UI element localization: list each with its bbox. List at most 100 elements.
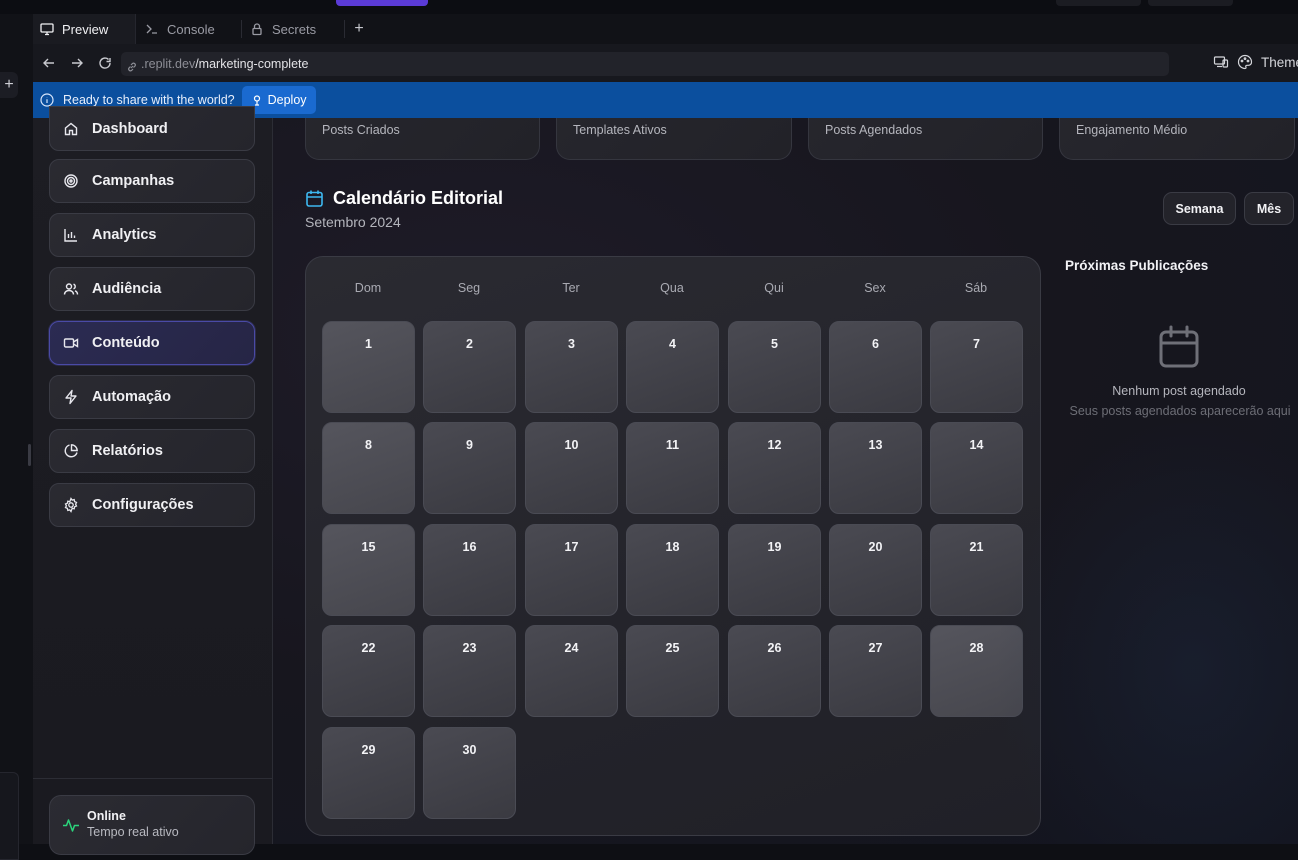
tab-label: Preview bbox=[62, 21, 109, 37]
calendar-day[interactable]: 21 bbox=[930, 524, 1023, 616]
calendar-day[interactable]: 7 bbox=[930, 321, 1023, 413]
weekday-label: Ter bbox=[562, 281, 580, 295]
weekday-label: Qui bbox=[764, 281, 784, 295]
calendar-icon bbox=[305, 189, 324, 208]
weekday-label: Dom bbox=[354, 281, 382, 295]
sidebar-item-label: Dashboard bbox=[92, 120, 168, 137]
top-control[interactable] bbox=[1056, 0, 1141, 6]
tab-label: Console bbox=[167, 21, 215, 37]
calendar-day[interactable]: 1 bbox=[322, 321, 415, 413]
sidebar: Dashboard Campanhas Analytics Audiência … bbox=[33, 106, 273, 855]
calendar-day[interactable]: 17 bbox=[525, 524, 618, 616]
calendar-day[interactable]: 5 bbox=[728, 321, 821, 413]
calendar-day[interactable]: 10 bbox=[525, 422, 618, 514]
calendar-day[interactable]: 19 bbox=[728, 524, 821, 616]
forward-arrow-icon[interactable] bbox=[68, 54, 86, 72]
resize-handle[interactable] bbox=[28, 444, 31, 466]
calendar-day[interactable]: 4 bbox=[626, 321, 719, 413]
lock-icon bbox=[250, 22, 264, 36]
stat-label: Engajamento Médio bbox=[1076, 123, 1188, 137]
add-icon[interactable]: + bbox=[0, 72, 18, 98]
view-month-button[interactable]: Mês bbox=[1244, 192, 1294, 225]
stat-label: Posts Agendados bbox=[825, 123, 923, 137]
tab-console[interactable]: Console bbox=[137, 14, 240, 44]
sidebar-item-configuracoes[interactable]: Configurações bbox=[49, 483, 255, 527]
devices-icon[interactable] bbox=[1213, 54, 1229, 70]
sidebar-item-analytics[interactable]: Analytics bbox=[49, 213, 255, 257]
calendar-day[interactable]: 29 bbox=[322, 727, 415, 819]
calendar-day[interactable]: 15 bbox=[322, 524, 415, 616]
pie-chart-icon bbox=[63, 443, 79, 459]
monitor-icon bbox=[40, 22, 54, 36]
deploy-message: Ready to share with the world? bbox=[63, 93, 235, 107]
sidebar-item-label: Relatórios bbox=[92, 443, 163, 459]
left-gutter: + bbox=[0, 14, 34, 860]
sidebar-item-dashboard[interactable]: Dashboard bbox=[49, 106, 255, 151]
calendar-day[interactable]: 23 bbox=[423, 625, 516, 717]
sidebar-item-campanhas[interactable]: Campanhas bbox=[49, 159, 255, 203]
calendar-day[interactable]: 2 bbox=[423, 321, 516, 413]
stat-card-posts-agendados: Posts Agendados bbox=[808, 118, 1043, 160]
calendar-day[interactable]: 18 bbox=[626, 524, 719, 616]
tab-secrets[interactable]: Secrets bbox=[243, 14, 346, 44]
theme-controls: Theme bbox=[1213, 54, 1298, 70]
upcoming-title: Próximas Publicações bbox=[1065, 258, 1209, 273]
calendar-heading: Calendário Editorial bbox=[305, 188, 503, 209]
calendar-day[interactable]: 9 bbox=[423, 422, 516, 514]
sidebar-item-label: Analytics bbox=[92, 227, 157, 243]
calendar-day[interactable]: 26 bbox=[728, 625, 821, 717]
empty-state-title: Nenhum post agendado bbox=[1112, 384, 1246, 398]
calendar-day[interactable]: 28 bbox=[930, 625, 1023, 717]
gutter-panel bbox=[0, 772, 19, 860]
sidebar-item-label: Configurações bbox=[92, 497, 194, 513]
active-indicator[interactable] bbox=[336, 0, 428, 6]
deploy-icon bbox=[251, 94, 263, 106]
theme-button[interactable]: Theme bbox=[1261, 55, 1298, 70]
sidebar-item-audiencia[interactable]: Audiência bbox=[49, 267, 255, 311]
new-tab-button[interactable]: + bbox=[351, 14, 367, 44]
sidebar-item-label: Audiência bbox=[92, 281, 162, 297]
url-path: /marketing-complete bbox=[195, 57, 309, 71]
calendar-day[interactable]: 3 bbox=[525, 321, 618, 413]
calendar-day[interactable]: 11 bbox=[626, 422, 719, 514]
url-bar: .replit.dev/marketing-complete Theme bbox=[33, 44, 1298, 82]
target-icon bbox=[63, 173, 79, 189]
top-strip bbox=[0, 0, 1298, 14]
status-title: Online bbox=[87, 809, 126, 823]
stat-card-templates-ativos: Templates Ativos bbox=[556, 118, 792, 160]
sidebar-item-label: Campanhas bbox=[92, 173, 175, 189]
info-icon bbox=[40, 93, 54, 107]
calendar-day[interactable]: 16 bbox=[423, 524, 516, 616]
tab-preview[interactable]: Preview bbox=[33, 14, 136, 44]
calendar-day[interactable]: 27 bbox=[829, 625, 922, 717]
calendar-day[interactable]: 13 bbox=[829, 422, 922, 514]
users-icon bbox=[63, 281, 79, 297]
sidebar-item-relatorios[interactable]: Relatórios bbox=[49, 429, 255, 473]
address-field[interactable]: .replit.dev/marketing-complete bbox=[121, 52, 1169, 76]
back-arrow-icon[interactable] bbox=[40, 54, 58, 72]
calendar-day[interactable]: 12 bbox=[728, 422, 821, 514]
calendar-day[interactable]: 30 bbox=[423, 727, 516, 819]
view-week-button[interactable]: Semana bbox=[1163, 192, 1236, 225]
main-content: Posts Criados Templates Ativos Posts Age… bbox=[273, 118, 1298, 844]
stat-label: Posts Criados bbox=[322, 123, 400, 137]
calendar-day[interactable]: 14 bbox=[930, 422, 1023, 514]
stat-card-posts-criados: Posts Criados bbox=[305, 118, 540, 160]
tab-bar: Preview Console Secrets + bbox=[33, 14, 1298, 45]
terminal-icon bbox=[145, 22, 159, 36]
top-control[interactable] bbox=[1148, 0, 1233, 6]
calendar-day[interactable]: 20 bbox=[829, 524, 922, 616]
calendar-day[interactable]: 25 bbox=[626, 625, 719, 717]
sidebar-item-label: Automação bbox=[92, 389, 171, 405]
sidebar-item-automacao[interactable]: Automação bbox=[49, 375, 255, 419]
url-host: .replit.dev bbox=[141, 57, 196, 71]
calendar-day[interactable]: 8 bbox=[322, 422, 415, 514]
tab-divider bbox=[344, 20, 345, 38]
stat-label: Templates Ativos bbox=[573, 123, 667, 137]
calendar-day[interactable]: 6 bbox=[829, 321, 922, 413]
refresh-icon[interactable] bbox=[96, 54, 114, 72]
calendar-day[interactable]: 24 bbox=[525, 625, 618, 717]
calendar-day[interactable]: 22 bbox=[322, 625, 415, 717]
palette-icon[interactable] bbox=[1237, 54, 1253, 70]
sidebar-item-conteudo[interactable]: Conteúdo bbox=[49, 321, 255, 365]
